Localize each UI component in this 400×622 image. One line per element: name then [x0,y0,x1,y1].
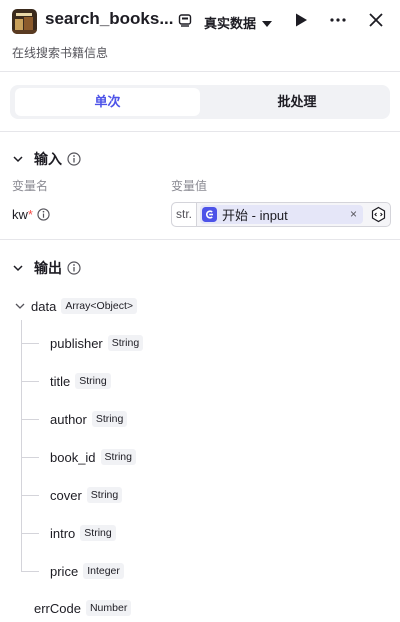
type-badge: String [91,411,128,427]
data-source-label: 真实数据 [204,16,257,31]
reference-text: 开始 - input [222,208,288,223]
more-icon[interactable] [328,11,348,29]
list-item: price Integer [50,563,124,579]
type-badge: String [107,335,144,351]
chevron-down-icon [13,156,23,163]
tree-connector [21,320,22,572]
tree-connector [21,457,39,458]
field-name: cover [50,487,82,503]
column-label-name: 变量名 [12,179,49,193]
output-tree-root[interactable]: data Array<Object> [14,298,138,314]
tab-batch[interactable]: 批处理 [208,88,386,116]
close-icon[interactable] [368,12,384,28]
panel-header: search_books... 真实数据 在线搜索书籍信息 [0,0,400,72]
variable-name: kw* [12,207,50,222]
divider [0,239,400,240]
chevron-down-icon [13,265,23,272]
info-icon[interactable] [67,152,81,166]
type-badge: Integer [83,563,124,579]
variable-value-field[interactable]: str. 开始 - input × [171,202,391,227]
tree-connector [21,533,39,534]
play-icon[interactable] [293,12,309,28]
list-item: author String [50,411,128,427]
list-item: intro String [50,525,116,541]
type-badge: String [75,373,111,389]
list-item: book_id String [50,449,136,465]
list-item: publisher String [50,335,144,351]
type-badge: Number [85,600,132,616]
type-badge: String [80,525,116,541]
input-section-toggle[interactable]: 输入 [12,149,81,169]
node-title: search_books... [45,9,174,28]
field-name: price [50,563,79,579]
field-name: errCode [34,600,81,616]
tab-single[interactable]: 单次 [15,88,200,116]
tree-connector [21,571,39,572]
variable-reference-pill[interactable]: 开始 - input × [200,205,363,224]
field-name: intro [50,525,76,541]
type-badge: String [100,449,136,465]
list-item: errCode Number [34,600,132,616]
tree-connector [21,419,39,420]
node-description: 在线搜索书籍信息 [12,46,109,60]
tree-connector [21,495,39,496]
field-name: title [50,373,71,389]
info-icon[interactable] [37,208,50,221]
type-tag: str. [172,203,197,226]
field-name: author [50,411,87,427]
column-label-value: 变量值 [171,179,208,193]
variable-name-text: kw* [12,207,33,222]
field-name: publisher [50,335,103,351]
input-section-title: 输入 [34,151,62,167]
type-badge: String [86,487,123,503]
run-mode-tabs: 单次 批处理 [10,85,390,119]
info-icon[interactable] [67,261,81,275]
camera-icon[interactable] [178,13,192,27]
tree-connector [21,381,39,382]
field-name: book_id [50,449,96,465]
list-item: title String [50,373,111,389]
output-section-toggle[interactable]: 输出 [12,258,81,278]
type-badge: Array<Object> [61,298,138,314]
list-item: cover String [50,487,123,503]
data-source-select[interactable]: 真实数据 [204,13,273,32]
start-node-icon [202,207,217,222]
variable-picker-icon[interactable] [370,206,387,223]
book-app-icon [12,9,37,34]
field-name: data [31,298,57,314]
required-mark: * [27,207,33,222]
caret-down-icon [262,20,273,27]
chevron-down-icon [15,303,25,309]
tree-connector [21,343,39,344]
divider [0,131,400,132]
output-section-title: 输出 [34,260,62,276]
clear-reference-button[interactable]: × [350,205,357,224]
